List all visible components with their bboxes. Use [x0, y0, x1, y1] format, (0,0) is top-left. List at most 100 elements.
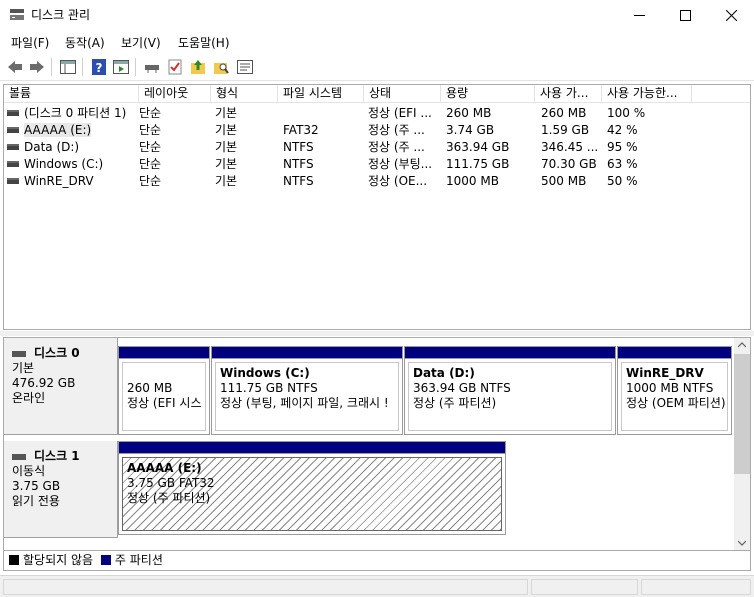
search-folder-icon	[214, 63, 229, 74]
table-row[interactable]: WinRE_DRV 단순 기본 NTFS 정상 (OE... 1000 MB 5…	[4, 173, 750, 190]
free-space-cell: 260 MB	[541, 106, 587, 120]
capacity-cell: 3.74 GB	[446, 123, 495, 137]
volume-icon	[7, 110, 19, 116]
volume-name: AAAAA (E:)	[24, 123, 92, 137]
disk-1-info[interactable]: 디스크 1 이동식 3.75 GB 읽기 전용	[4, 441, 118, 538]
menu-help[interactable]: 도움말(H)	[178, 34, 230, 51]
properties-button[interactable]	[235, 57, 255, 77]
table-row[interactable]: AAAAA (E:) 단순 기본 FAT32 정상 (주 ... 3.74 GB…	[4, 122, 750, 139]
partition-efi[interactable]: 260 MB 정상 (EFI 시스	[118, 346, 210, 435]
action-pane-button[interactable]	[111, 57, 131, 77]
status-pane	[641, 579, 751, 595]
partition-name: WinRE_DRV	[626, 366, 704, 380]
type-cell: 기본	[215, 123, 238, 137]
toolbar: ?	[0, 53, 754, 81]
free-space-cell: 346.45 ...	[541, 140, 599, 154]
disk-0-size: 476.92 GB	[12, 376, 76, 390]
partition-status: 정상 (부팅, 페이지 파일, 크래시 !	[220, 396, 389, 410]
column-header-status[interactable]: 상태	[364, 85, 441, 103]
legend-unallocated: 할당되지 않음	[23, 553, 94, 567]
vertical-scrollbar[interactable]	[734, 338, 750, 550]
status-cell: 정상 (OE...	[368, 174, 428, 188]
minimize-button[interactable]	[616, 0, 662, 30]
check-disk-button[interactable]	[165, 57, 185, 77]
percent-free-cell: 63 %	[607, 157, 638, 171]
percent-free-cell: 95 %	[607, 140, 638, 154]
back-arrow-icon	[8, 61, 22, 73]
partition-status: 정상 (주 파티션)	[413, 396, 497, 410]
disk-graphical-view: 디스크 0 기본 476.92 GB 온라인 260 MB 정상 (EFI 시스…	[3, 337, 751, 551]
status-cell: 정상 (부팅...	[368, 157, 433, 171]
console-tree-button[interactable]	[58, 57, 78, 77]
table-row[interactable]: Windows (C:) 단순 기본 NTFS 정상 (부팅... 111.75…	[4, 156, 750, 173]
toolbar-separator	[82, 58, 83, 76]
maximize-button[interactable]	[662, 0, 708, 30]
scroll-up-icon[interactable]	[738, 342, 746, 348]
volume-name-cell: Windows (C:)	[7, 156, 137, 173]
volume-name-cell: WinRE_DRV	[7, 173, 137, 190]
column-header-filler	[692, 85, 750, 103]
menu-file[interactable]: 파일(F)	[11, 34, 49, 51]
pane-splitter[interactable]	[0, 331, 754, 336]
disk-0-info[interactable]: 디스크 0 기본 476.92 GB 온라인	[4, 338, 118, 435]
primary-partition-bar	[212, 347, 402, 359]
column-header-free-space[interactable]: 사용 가...	[535, 85, 602, 103]
disk-icon	[12, 453, 26, 460]
partition-data-d[interactable]: Data (D:) 363.94 GB NTFS 정상 (주 파티션)	[404, 346, 616, 435]
free-space-cell: 1.59 GB	[541, 123, 590, 137]
partition-details: Data (D:) 363.94 GB NTFS 정상 (주 파티션)	[408, 362, 612, 431]
column-header-type[interactable]: 형식	[211, 85, 278, 103]
disk-1-type: 이동식	[12, 464, 46, 478]
partition-size: 1000 MB NTFS	[626, 381, 714, 395]
column-header-capacity[interactable]: 용량	[441, 85, 535, 103]
status-cell: 정상 (주 ...	[368, 123, 425, 137]
scroll-down-icon[interactable]	[738, 540, 746, 546]
connect-drive-icon	[145, 65, 159, 73]
capacity-cell: 260 MB	[446, 106, 492, 120]
table-row[interactable]: Data (D:) 단순 기본 NTFS 정상 (주 ... 363.94 GB…	[4, 139, 750, 156]
close-button[interactable]	[708, 0, 754, 30]
menu-action[interactable]: 동작(A)	[65, 34, 105, 51]
partition-details: Windows (C:) 111.75 GB NTFS 정상 (부팅, 페이지 …	[215, 362, 399, 431]
search-folder-button[interactable]	[211, 57, 231, 77]
legend-primary: 주 파티션	[114, 553, 163, 567]
capacity-cell: 111.75 GB	[446, 157, 510, 171]
forward-arrow-icon	[30, 61, 44, 73]
partition-name: Data (D:)	[413, 366, 475, 380]
status-cell: 정상 (EFI ...	[368, 106, 432, 120]
partition-winre[interactable]: WinRE_DRV 1000 MB NTFS 정상 (OEM 파티션)	[617, 346, 732, 435]
primary-partition-swatch	[100, 555, 111, 565]
forward-button[interactable]	[27, 57, 47, 77]
disk-1-size: 3.75 GB	[12, 479, 61, 493]
connect-drive-button[interactable]	[142, 57, 162, 77]
partition-details: 260 MB 정상 (EFI 시스	[122, 362, 206, 431]
help-button[interactable]: ?	[89, 57, 109, 77]
back-button[interactable]	[5, 57, 25, 77]
column-header-layout[interactable]: 레이아웃	[139, 85, 211, 103]
column-header-volume[interactable]: 볼륨	[4, 85, 139, 103]
scrollbar-thumb[interactable]	[734, 354, 750, 474]
type-cell: 기본	[215, 174, 238, 188]
column-header-percent-free[interactable]: 사용 가능한...	[602, 85, 692, 103]
partition-name	[127, 366, 205, 381]
file-system-cell: NTFS	[283, 174, 314, 188]
volume-list: 볼륨 레이아웃 형식 파일 시스템 상태 용량 사용 가... 사용 가능한..…	[3, 84, 751, 330]
disk-1-label: 디스크 1	[12, 449, 117, 464]
volume-name: (디스크 0 파티션 1)	[24, 106, 127, 120]
partition-size: 260 MB	[127, 381, 173, 395]
partition-status: 정상 (주 파티션)	[127, 491, 211, 505]
table-row[interactable]: (디스크 0 파티션 1) 단순 기본 정상 (EFI ... 260 MB 2…	[4, 105, 750, 122]
folder-up-button[interactable]	[188, 57, 208, 77]
menu-view[interactable]: 보기(V)	[121, 34, 161, 51]
folder-up-icon	[191, 60, 205, 74]
primary-partition-bar	[119, 347, 209, 359]
disk-1-status: 읽기 전용	[12, 494, 60, 508]
maximize-icon	[679, 9, 691, 21]
partition-name: Windows (C:)	[220, 366, 310, 380]
partition-windows-c[interactable]: Windows (C:) 111.75 GB NTFS 정상 (부팅, 페이지 …	[211, 346, 403, 435]
partition-aaaaa-e[interactable]: AAAAA (E:) 3.75 GB FAT32 정상 (주 파티션)	[118, 441, 506, 535]
column-header-file-system[interactable]: 파일 시스템	[278, 85, 364, 103]
volume-name-cell: (디스크 0 파티션 1)	[7, 105, 137, 122]
legend: 할당되지 않음 주 파티션	[3, 551, 751, 571]
properties-icon	[237, 60, 253, 74]
